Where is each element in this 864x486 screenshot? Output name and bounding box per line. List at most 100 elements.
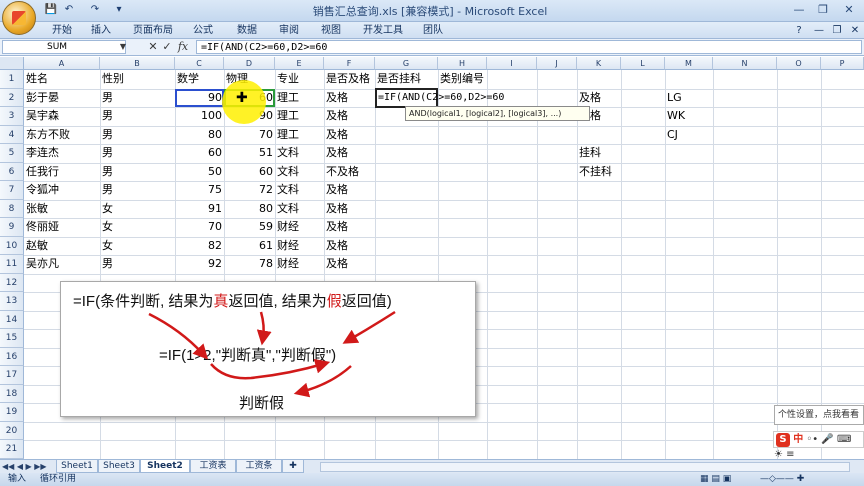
ribbon-close-icon[interactable]: ✕ <box>848 22 862 39</box>
insert-function-button[interactable]: fx <box>176 40 190 54</box>
name-cell[interactable]: 彭于晏 <box>24 89 100 107</box>
tab-data[interactable]: 数据 <box>232 22 262 39</box>
formula-input[interactable]: =IF(AND(C2>=60,D2>=60 <box>196 40 862 54</box>
gender-cell[interactable]: 男 <box>100 255 175 273</box>
gender-cell[interactable]: 女 <box>100 218 175 236</box>
k5-cell[interactable]: 挂科 <box>577 144 621 162</box>
gender-cell[interactable]: 女 <box>100 237 175 255</box>
gender-cell[interactable]: 男 <box>100 107 175 125</box>
gender-cell[interactable]: 男 <box>100 163 175 181</box>
major-cell[interactable]: 理工 <box>275 126 324 144</box>
physics-cell[interactable]: 78 <box>224 255 275 273</box>
math-cell[interactable]: 60 <box>175 144 224 162</box>
math-cell[interactable]: 92 <box>175 255 224 273</box>
tab-home[interactable]: 开始 <box>44 22 80 39</box>
cancel-icon[interactable]: ✕ <box>146 40 160 54</box>
column-header-n[interactable]: N <box>713 57 777 70</box>
sheet-tab-sheet3[interactable]: Sheet3 <box>98 460 140 473</box>
header-cell[interactable]: 是否及格 <box>324 70 375 88</box>
sheet-tab-sheet1[interactable]: Sheet1 <box>56 460 98 473</box>
column-header-d[interactable]: D <box>224 57 275 70</box>
tab-insert[interactable]: 插入 <box>86 22 116 39</box>
gender-cell[interactable]: 男 <box>100 181 175 199</box>
gender-cell[interactable]: 男 <box>100 144 175 162</box>
math-cell[interactable]: 91 <box>175 200 224 218</box>
column-header-k[interactable]: K <box>577 57 621 70</box>
physics-cell[interactable]: 70 <box>224 126 275 144</box>
row-header-18[interactable]: 18 <box>0 384 24 403</box>
restore-icon[interactable]: ❐ <box>812 2 834 18</box>
horizontal-scrollbar[interactable] <box>320 462 850 472</box>
name-cell[interactable]: 佟丽娅 <box>24 218 100 236</box>
row-header-19[interactable]: 19 <box>0 403 24 422</box>
pass-cell[interactable]: 及格 <box>324 126 375 144</box>
physics-cell[interactable]: 51 <box>224 144 275 162</box>
row-header-8[interactable]: 8 <box>0 199 24 218</box>
page-layout-view-icons[interactable]: ▦ ▤ ▣ <box>700 473 731 486</box>
row-header-6[interactable]: 6 <box>0 162 24 181</box>
major-cell[interactable]: 财经 <box>275 237 324 255</box>
row-header-11[interactable]: 11 <box>0 255 24 274</box>
mic-icon[interactable]: 🎤 <box>821 434 833 445</box>
office-button[interactable] <box>2 1 36 35</box>
major-cell[interactable]: 财经 <box>275 255 324 273</box>
column-header-m[interactable]: M <box>665 57 713 70</box>
row-header-7[interactable]: 7 <box>0 181 24 200</box>
header-cell[interactable]: 类别编号 <box>438 70 487 88</box>
header-cell[interactable]: 是否挂科 <box>375 70 438 88</box>
gender-cell[interactable]: 男 <box>100 89 175 107</box>
column-header-o[interactable]: O <box>777 57 821 70</box>
ime-toolbar[interactable]: S 中 ◦• 🎤 ⌨ ☀ ≡ <box>773 431 864 460</box>
major-cell[interactable]: 理工 <box>275 89 324 107</box>
physics-cell[interactable]: 61 <box>224 237 275 255</box>
sheet-tab-payslip[interactable]: 工资条 <box>236 460 282 473</box>
pass-cell[interactable]: 及格 <box>324 218 375 236</box>
pass-cell[interactable]: 及格 <box>324 144 375 162</box>
zoom-slider[interactable]: —◇—— ✚ <box>760 473 804 486</box>
row-header-13[interactable]: 13 <box>0 292 24 311</box>
name-cell[interactable]: 东方不败 <box>24 126 100 144</box>
column-header-h[interactable]: H <box>438 57 487 70</box>
name-cell[interactable]: 李连杰 <box>24 144 100 162</box>
enter-icon[interactable]: ✓ <box>160 40 174 54</box>
pass-cell[interactable]: 及格 <box>324 200 375 218</box>
row-header-16[interactable]: 16 <box>0 347 24 366</box>
pass-cell[interactable]: 不及格 <box>324 163 375 181</box>
name-box[interactable]: SUM <box>2 40 126 54</box>
header-cell[interactable]: 专业 <box>275 70 324 88</box>
row-header-3[interactable]: 3 <box>0 107 24 126</box>
header-cell[interactable]: 姓名 <box>24 70 100 88</box>
customize-quick-access-icon[interactable]: ▾ <box>112 3 126 17</box>
help-icon[interactable]: ? <box>792 22 806 39</box>
row-header-12[interactable]: 12 <box>0 273 24 292</box>
column-header-f[interactable]: F <box>324 57 375 70</box>
major-cell[interactable]: 文科 <box>275 144 324 162</box>
major-cell[interactable]: 财经 <box>275 218 324 236</box>
row-header-4[interactable]: 4 <box>0 125 24 144</box>
major-cell[interactable]: 文科 <box>275 163 324 181</box>
pass-cell[interactable]: 及格 <box>324 181 375 199</box>
row-header-9[interactable]: 9 <box>0 218 24 237</box>
row-header-10[interactable]: 10 <box>0 236 24 255</box>
math-cell[interactable]: 75 <box>175 181 224 199</box>
column-header-l[interactable]: L <box>621 57 665 70</box>
column-header-g[interactable]: G <box>375 57 438 70</box>
sheet-tab-sheet2[interactable]: Sheet2 <box>140 460 190 473</box>
header-cell[interactable]: 数学 <box>175 70 224 88</box>
major-cell[interactable]: 理工 <box>275 107 324 125</box>
personalize-notification[interactable]: 个性设置，点我看看 <box>774 405 864 425</box>
m2-cell[interactable]: LG <box>665 89 713 107</box>
name-cell[interactable]: 赵敏 <box>24 237 100 255</box>
row-header-14[interactable]: 14 <box>0 310 24 329</box>
undo-icon[interactable]: ↶ <box>62 3 76 17</box>
gender-cell[interactable]: 男 <box>100 126 175 144</box>
name-cell[interactable]: 吴宇森 <box>24 107 100 125</box>
column-header-a[interactable]: A <box>24 57 100 70</box>
column-header-b[interactable]: B <box>100 57 175 70</box>
math-cell[interactable]: 70 <box>175 218 224 236</box>
column-header-c[interactable]: C <box>175 57 224 70</box>
major-cell[interactable]: 文科 <box>275 181 324 199</box>
column-header-j[interactable]: J <box>537 57 577 70</box>
column-header-e[interactable]: E <box>275 57 324 70</box>
row-header-2[interactable]: 2 <box>0 88 24 107</box>
